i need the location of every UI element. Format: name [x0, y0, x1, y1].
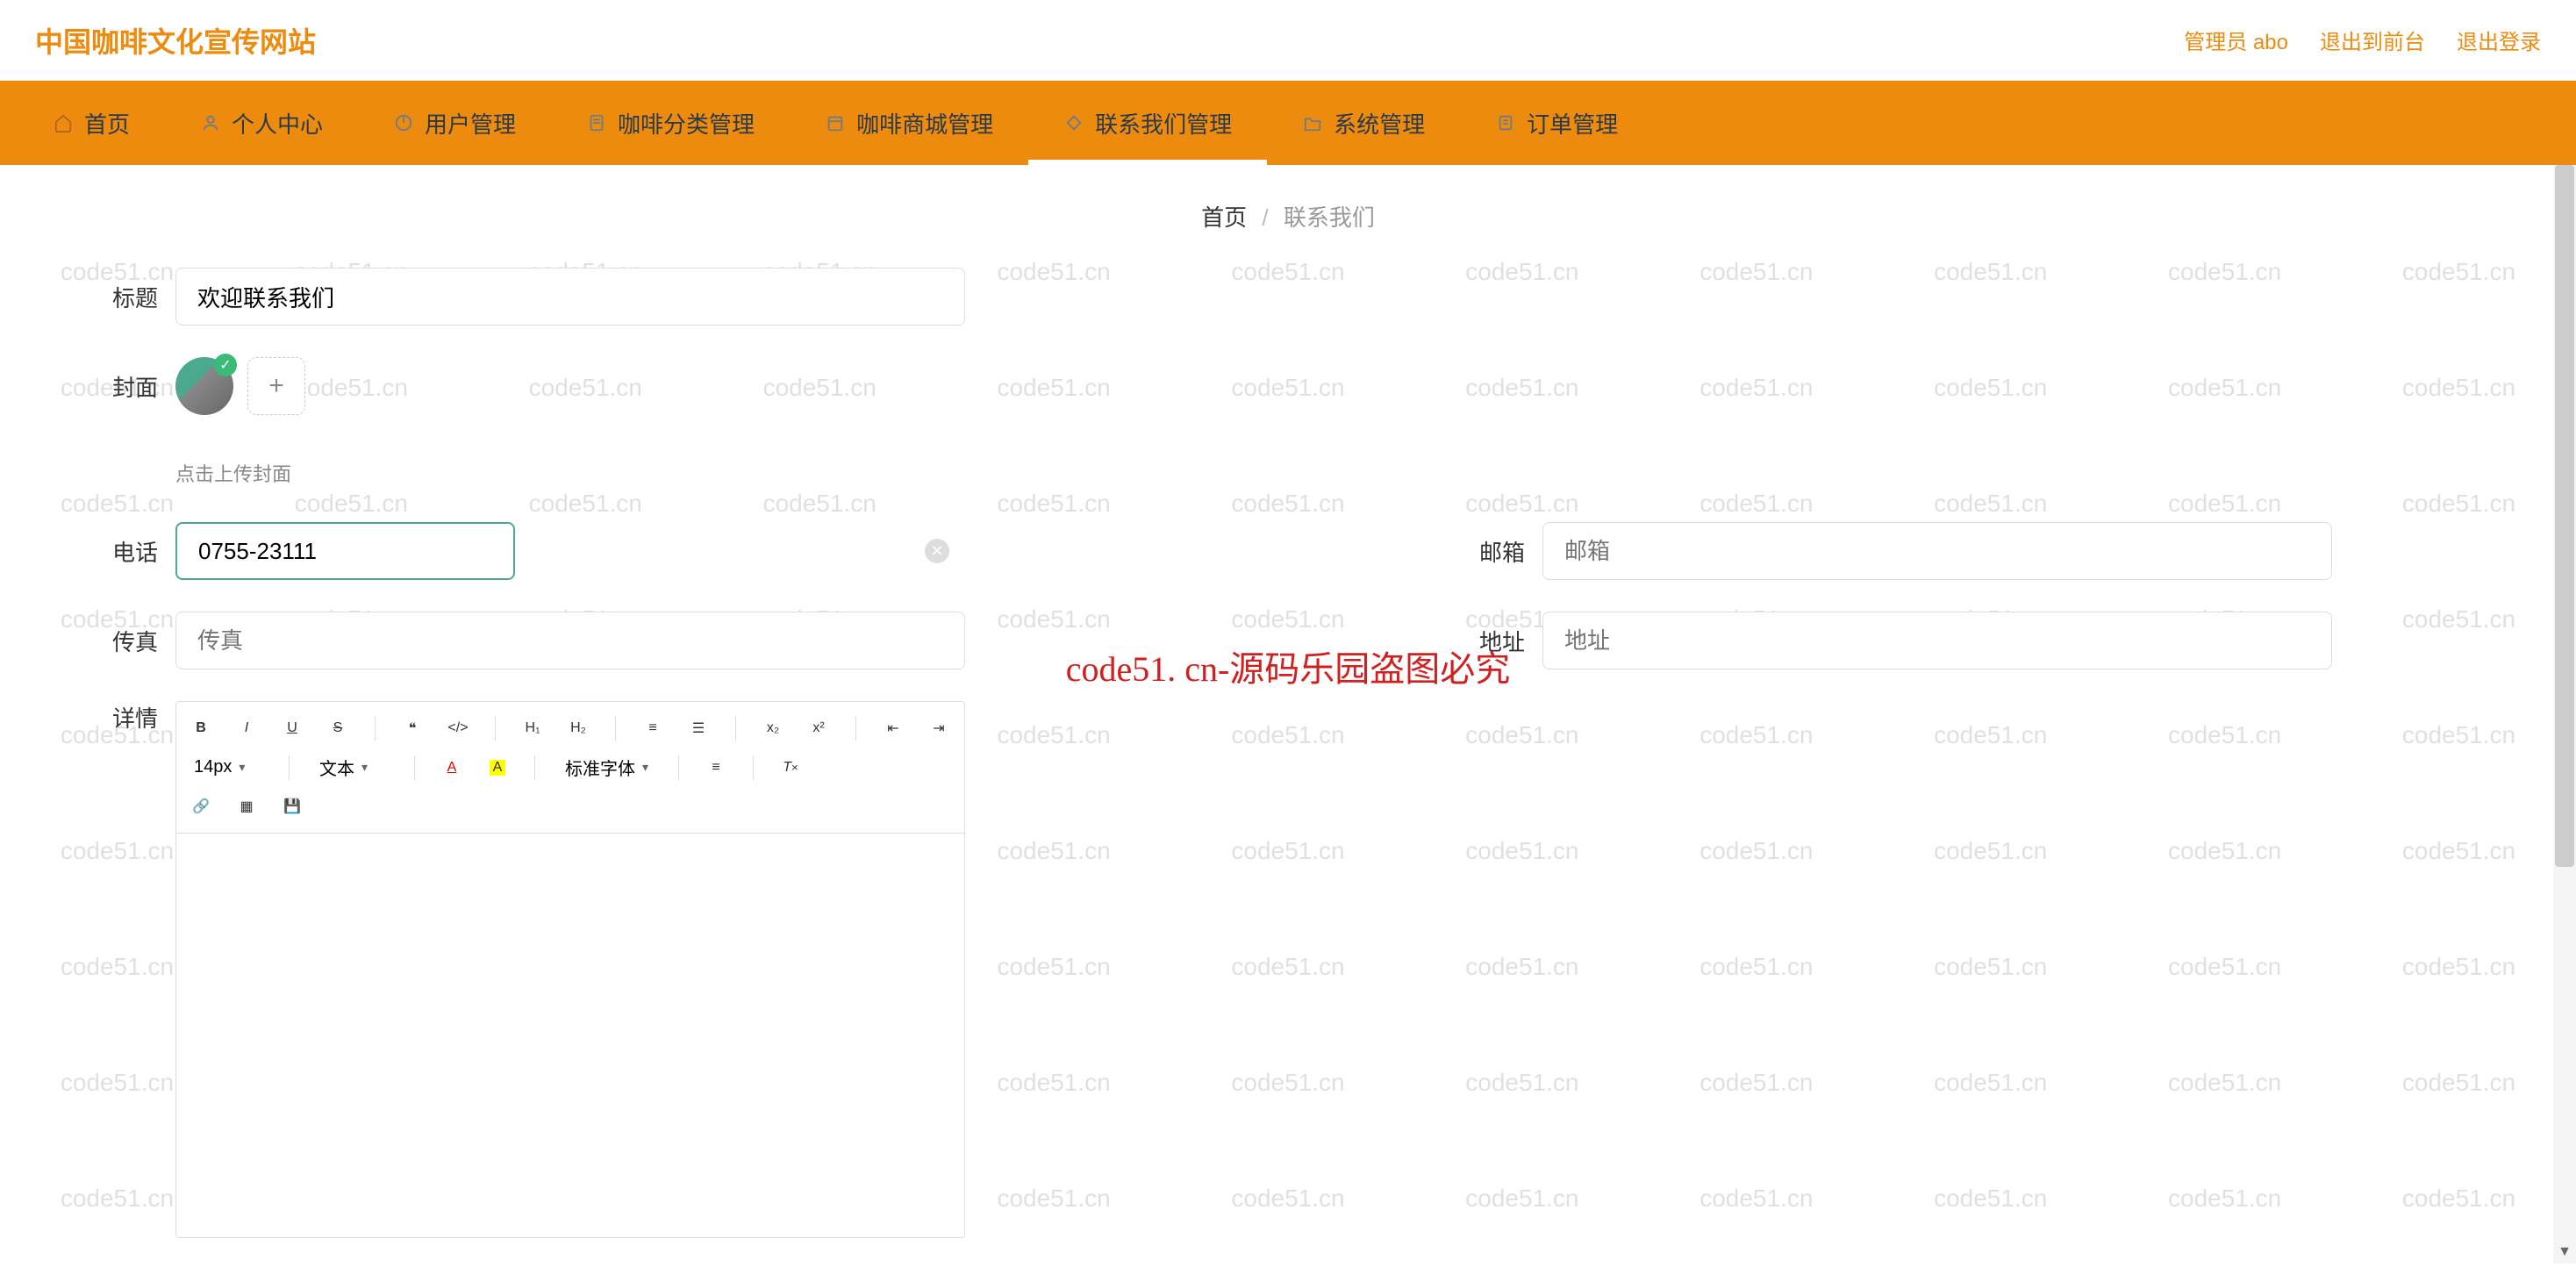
nav-label: 咖啡分类管理: [618, 107, 755, 140]
list-icon: [1495, 112, 1516, 133]
nav-contact-manage[interactable]: 联系我们管理: [1028, 81, 1267, 165]
nav-category-manage[interactable]: 咖啡分类管理: [551, 81, 790, 165]
clear-format-icon[interactable]: T×: [776, 754, 805, 782]
detail-label: 详情: [88, 701, 158, 734]
strikethrough-icon[interactable]: S: [324, 714, 352, 742]
cover-thumbnail[interactable]: ✓: [175, 357, 233, 415]
power-icon: [393, 112, 414, 133]
nav-profile[interactable]: 个人中心: [165, 81, 358, 165]
nav-label: 系统管理: [1334, 107, 1425, 140]
phone-label: 电话: [88, 535, 158, 568]
header-right-links: 管理员 abo 退出到前台 退出登录: [2184, 25, 2541, 55]
fax-input[interactable]: [175, 612, 965, 669]
upload-cover-button[interactable]: +: [247, 357, 305, 415]
rich-text-editor: B I U S ❝ </> H₁ H₂ ≡ ☰ x₂ x²: [175, 701, 965, 1238]
image-icon[interactable]: ▦: [233, 792, 261, 820]
italic-icon[interactable]: I: [233, 714, 261, 742]
site-title: 中国咖啡文化宣传网站: [35, 20, 316, 61]
logout-link[interactable]: 退出登录: [2457, 25, 2541, 55]
upload-hint: 点击上传封面: [175, 459, 2488, 487]
bold-icon[interactable]: B: [187, 714, 215, 742]
underline-icon[interactable]: U: [278, 714, 306, 742]
form-area: 标题 封面 ✓ + 点击上传封面 电话 ✕ 邮箱 传真: [0, 268, 2576, 1238]
nav-label: 用户管理: [425, 107, 516, 140]
link-icon[interactable]: 🔗: [187, 792, 215, 820]
breadcrumb: 首页 / 联系我们: [0, 165, 2576, 268]
nav-label: 首页: [84, 107, 130, 140]
address-label: 地址: [1455, 625, 1525, 657]
breadcrumb-current: 联系我们: [1284, 204, 1375, 231]
code-icon[interactable]: </>: [444, 714, 472, 742]
font-family-select[interactable]: 标准字体▾: [558, 753, 655, 782]
bg-color-icon[interactable]: A: [483, 754, 512, 782]
indent-icon[interactable]: ⇥: [925, 714, 953, 742]
clear-icon[interactable]: ✕: [925, 539, 949, 563]
nav-label: 联系我们管理: [1095, 107, 1232, 140]
scrollbar-down-icon[interactable]: ▼: [2553, 1241, 2576, 1263]
nav-label: 咖啡商城管理: [856, 107, 993, 140]
editor-content[interactable]: [176, 834, 964, 1237]
nav-bar: 首页 个人中心 用户管理 咖啡分类管理 咖啡商城管理 联系我们管理 系统管理 订…: [0, 81, 2576, 165]
phone-input[interactable]: [175, 522, 515, 580]
nav-order-manage[interactable]: 订单管理: [1460, 81, 1653, 165]
nav-system-manage[interactable]: 系统管理: [1267, 81, 1460, 165]
fax-label: 传真: [88, 625, 158, 657]
h2-icon[interactable]: H₂: [564, 714, 592, 742]
title-input[interactable]: [175, 268, 965, 326]
breadcrumb-separator: /: [1262, 204, 1268, 231]
calendar-icon: [825, 112, 846, 133]
header-bar: 中国咖啡文化宣传网站 管理员 abo 退出到前台 退出登录: [0, 0, 2576, 81]
email-input[interactable]: [1542, 522, 2332, 580]
nav-mall-manage[interactable]: 咖啡商城管理: [790, 81, 1028, 165]
breadcrumb-root[interactable]: 首页: [1201, 204, 1247, 231]
ordered-list-icon[interactable]: ≡: [639, 714, 667, 742]
check-icon: ✓: [214, 354, 237, 376]
admin-label[interactable]: 管理员 abo: [2184, 25, 2288, 55]
folder-icon: [1302, 112, 1323, 133]
exit-to-front-link[interactable]: 退出到前台: [2320, 25, 2425, 55]
text-style-select[interactable]: 文本▾: [312, 753, 391, 782]
h1-icon[interactable]: H₁: [519, 714, 547, 742]
nav-label: 订单管理: [1527, 107, 1618, 140]
quote-icon[interactable]: ❝: [398, 714, 426, 742]
home-icon: [53, 112, 74, 133]
text-color-icon[interactable]: A: [438, 754, 466, 782]
font-size-select[interactable]: 14px▾: [187, 755, 266, 779]
document-icon: [586, 112, 607, 133]
tag-icon: [1063, 112, 1084, 133]
nav-label: 个人中心: [232, 107, 323, 140]
address-input[interactable]: [1542, 612, 2332, 669]
align-icon[interactable]: ≡: [702, 754, 730, 782]
subscript-icon[interactable]: x₂: [759, 714, 787, 742]
title-label: 标题: [88, 281, 158, 313]
editor-toolbar: B I U S ❝ </> H₁ H₂ ≡ ☰ x₂ x²: [176, 702, 964, 834]
nav-user-manage[interactable]: 用户管理: [358, 81, 551, 165]
email-label: 邮箱: [1455, 535, 1525, 568]
unordered-list-icon[interactable]: ☰: [684, 714, 712, 742]
superscript-icon[interactable]: x²: [805, 714, 833, 742]
cover-label: 封面: [88, 370, 158, 403]
nav-home[interactable]: 首页: [18, 81, 165, 165]
outdent-icon[interactable]: ⇤: [879, 714, 907, 742]
user-icon: [200, 112, 221, 133]
save-icon[interactable]: 💾: [278, 792, 306, 820]
